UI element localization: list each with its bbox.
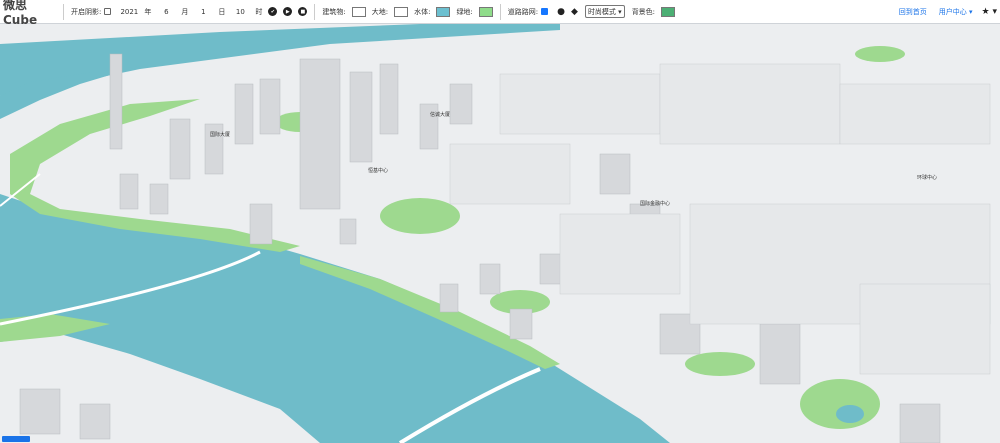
green-label: 绿地: (456, 7, 473, 16)
hour-input[interactable]: 10 (230, 8, 250, 16)
year-unit: 年 (144, 7, 152, 16)
building-color-swatch[interactable] (351, 6, 366, 17)
toolbar-divider (499, 3, 501, 20)
star-icon[interactable]: ★ ▾ (982, 7, 997, 17)
toolbar-divider (63, 3, 64, 20)
hour-unit: 时 (255, 7, 263, 16)
water-color-swatch[interactable] (436, 6, 451, 17)
shadow-label: 开启阴影: (71, 7, 102, 16)
mode-select-value: 时尚模式 (587, 7, 616, 16)
month-input[interactable]: 6 (156, 8, 176, 16)
day-unit: 日 (218, 7, 226, 16)
mode-select[interactable]: 时尚模式 ▾ (584, 5, 625, 18)
map-label: 环球中心 (917, 174, 937, 181)
day-input[interactable]: 1 (193, 8, 213, 16)
confirm-icon[interactable]: ✔ (268, 7, 278, 16)
user-center-label: 用户中心 (938, 7, 967, 16)
background-color-swatch[interactable] (661, 6, 676, 17)
year-input[interactable]: 2021 (119, 8, 139, 16)
bulb-icon[interactable]: ● (557, 7, 565, 17)
shadow-checkbox[interactable] (104, 8, 112, 15)
green-color-swatch[interactable] (478, 6, 493, 17)
home-link[interactable]: 回到首页 (899, 7, 927, 17)
background-label: 背景色: (631, 7, 656, 16)
road-checkbox[interactable] (541, 8, 549, 15)
map-label: 恒基中心 (368, 167, 388, 174)
building-label: 建筑物: (322, 7, 346, 16)
land-color-swatch[interactable] (394, 6, 409, 17)
water-label: 水体: (414, 7, 431, 16)
app-logo: 微思Cube (3, 0, 38, 27)
city-3d-map[interactable]: 信诚大厦 恒基中心 国际金融中心 环球中心 国际大厦 (0, 24, 1000, 443)
map-label: 信诚大厦 (430, 111, 450, 118)
month-unit: 月 (181, 7, 189, 16)
map-label: 国际大厦 (210, 131, 230, 138)
map-label: 国际金融中心 (640, 200, 670, 207)
top-toolbar: 微思Cube 开启阴影: 2021 年 6 月 1 日 10 时 ✔ ▶ ■ 建… (0, 0, 1000, 27)
play-icon[interactable]: ▶ (283, 7, 293, 16)
road-label: 道路路网: (507, 7, 539, 16)
user-center-menu[interactable]: 用户中心 ▾ (939, 7, 973, 17)
pause-icon[interactable]: ■ (298, 7, 308, 16)
eraser-icon[interactable]: ◆ (571, 7, 578, 17)
map-corner-badge (2, 436, 30, 442)
toolbar-divider (314, 3, 316, 20)
land-label: 大地: (371, 7, 389, 16)
